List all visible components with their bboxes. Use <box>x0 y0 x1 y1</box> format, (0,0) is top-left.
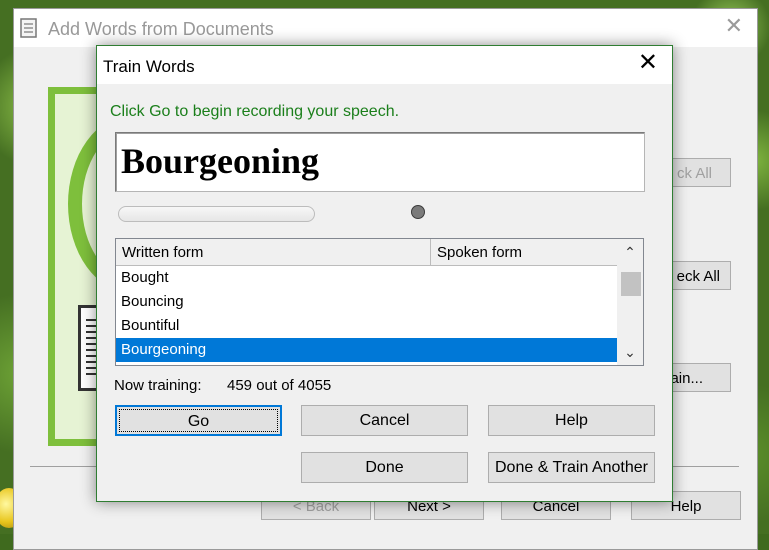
recording-indicator-icon <box>411 205 425 219</box>
list-item[interactable]: Bouncing <box>116 290 618 314</box>
list-item[interactable]: Bountiful <box>116 314 618 338</box>
list-scrollbar[interactable]: ⌃ ⌄ <box>617 239 643 365</box>
now-training-label: Now training: <box>114 377 202 394</box>
audio-level-meter <box>118 206 315 222</box>
now-training-value: 459 out of 4055 <box>227 377 332 394</box>
current-word-box: Bourgeoning <box>115 132 645 192</box>
done-button[interactable]: Done <box>301 452 468 483</box>
words-list[interactable]: Written form Spoken form Bought Bouncing… <box>115 238 644 366</box>
column-header-spoken-form[interactable]: Spoken form <box>431 239 618 266</box>
train-words-dialog: Train Words ✕ Click Go to begin recordin… <box>96 45 673 502</box>
dialog-title: Train Words <box>103 57 195 76</box>
column-header-written-form[interactable]: Written form <box>116 239 431 266</box>
list-rows: Bought Bouncing Bountiful Bourgeoning <box>116 266 618 362</box>
clipboard-lines-graphic <box>86 319 96 375</box>
parent-titlebar: Add Words from Documents ✕ <box>14 9 757 47</box>
focus-rectangle <box>119 409 278 432</box>
done-train-another-button[interactable]: Done & Train Another <box>488 452 655 483</box>
dialog-titlebar: Train Words ✕ <box>97 46 672 84</box>
scroll-up-icon[interactable]: ⌃ <box>617 241 643 263</box>
scroll-thumb[interactable] <box>621 272 641 296</box>
list-header: Written form Spoken form <box>116 239 618 266</box>
list-item-selected[interactable]: Bourgeoning <box>116 338 618 362</box>
dialog-close-icon[interactable]: ✕ <box>638 51 658 75</box>
scroll-down-icon[interactable]: ⌄ <box>617 341 643 363</box>
instruction-text: Click Go to begin recording your speech. <box>110 103 400 120</box>
list-item[interactable]: Bought <box>116 266 618 290</box>
help-button[interactable]: Help <box>488 405 655 436</box>
go-button[interactable]: Go <box>115 405 282 436</box>
document-icon <box>20 18 37 38</box>
current-word: Bourgeoning <box>121 141 320 181</box>
cancel-button[interactable]: Cancel <box>301 405 468 436</box>
parent-window-title: Add Words from Documents <box>48 19 274 39</box>
parent-close-icon[interactable]: ✕ <box>725 15 743 37</box>
